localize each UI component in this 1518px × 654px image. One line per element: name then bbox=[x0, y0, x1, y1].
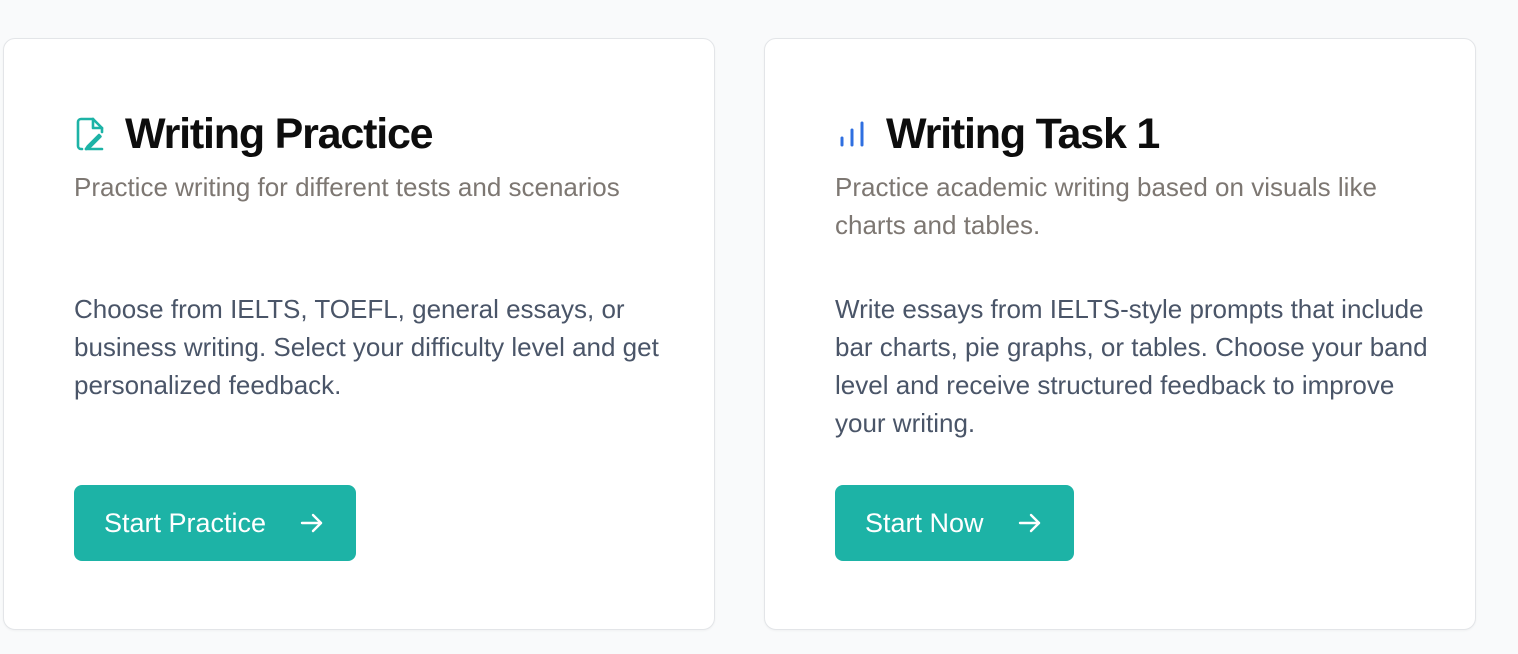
start-practice-button[interactable]: Start Practice bbox=[74, 485, 357, 561]
card-title: Writing Practice bbox=[125, 109, 434, 158]
pen-document-icon bbox=[74, 117, 108, 151]
writing-practice-card: Writing Practice Practice writing for di… bbox=[3, 38, 715, 630]
card-header: Writing Practice bbox=[74, 109, 434, 158]
card-subtitle: Practice writing for different tests and… bbox=[74, 172, 620, 202]
card-subtitle: Practice academic writing based on visua… bbox=[835, 172, 1377, 240]
card-title: Writing Task 1 bbox=[886, 109, 1160, 158]
start-now-button[interactable]: Start Now bbox=[835, 485, 1074, 561]
arrow-right-icon bbox=[1018, 511, 1042, 535]
bar-chart-icon bbox=[835, 117, 869, 151]
arrow-right-icon bbox=[300, 511, 324, 535]
card-header: Writing Task 1 bbox=[835, 109, 1160, 158]
button-label: Start Now bbox=[865, 507, 984, 538]
button-label: Start Practice bbox=[104, 507, 267, 538]
card-description: Choose from IELTS, TOEFL, general essays… bbox=[74, 294, 659, 400]
writing-task-1-card: Writing Task 1 Practice academic writing… bbox=[764, 38, 1476, 630]
card-description: Write essays from IELTS-style prompts th… bbox=[835, 294, 1428, 438]
